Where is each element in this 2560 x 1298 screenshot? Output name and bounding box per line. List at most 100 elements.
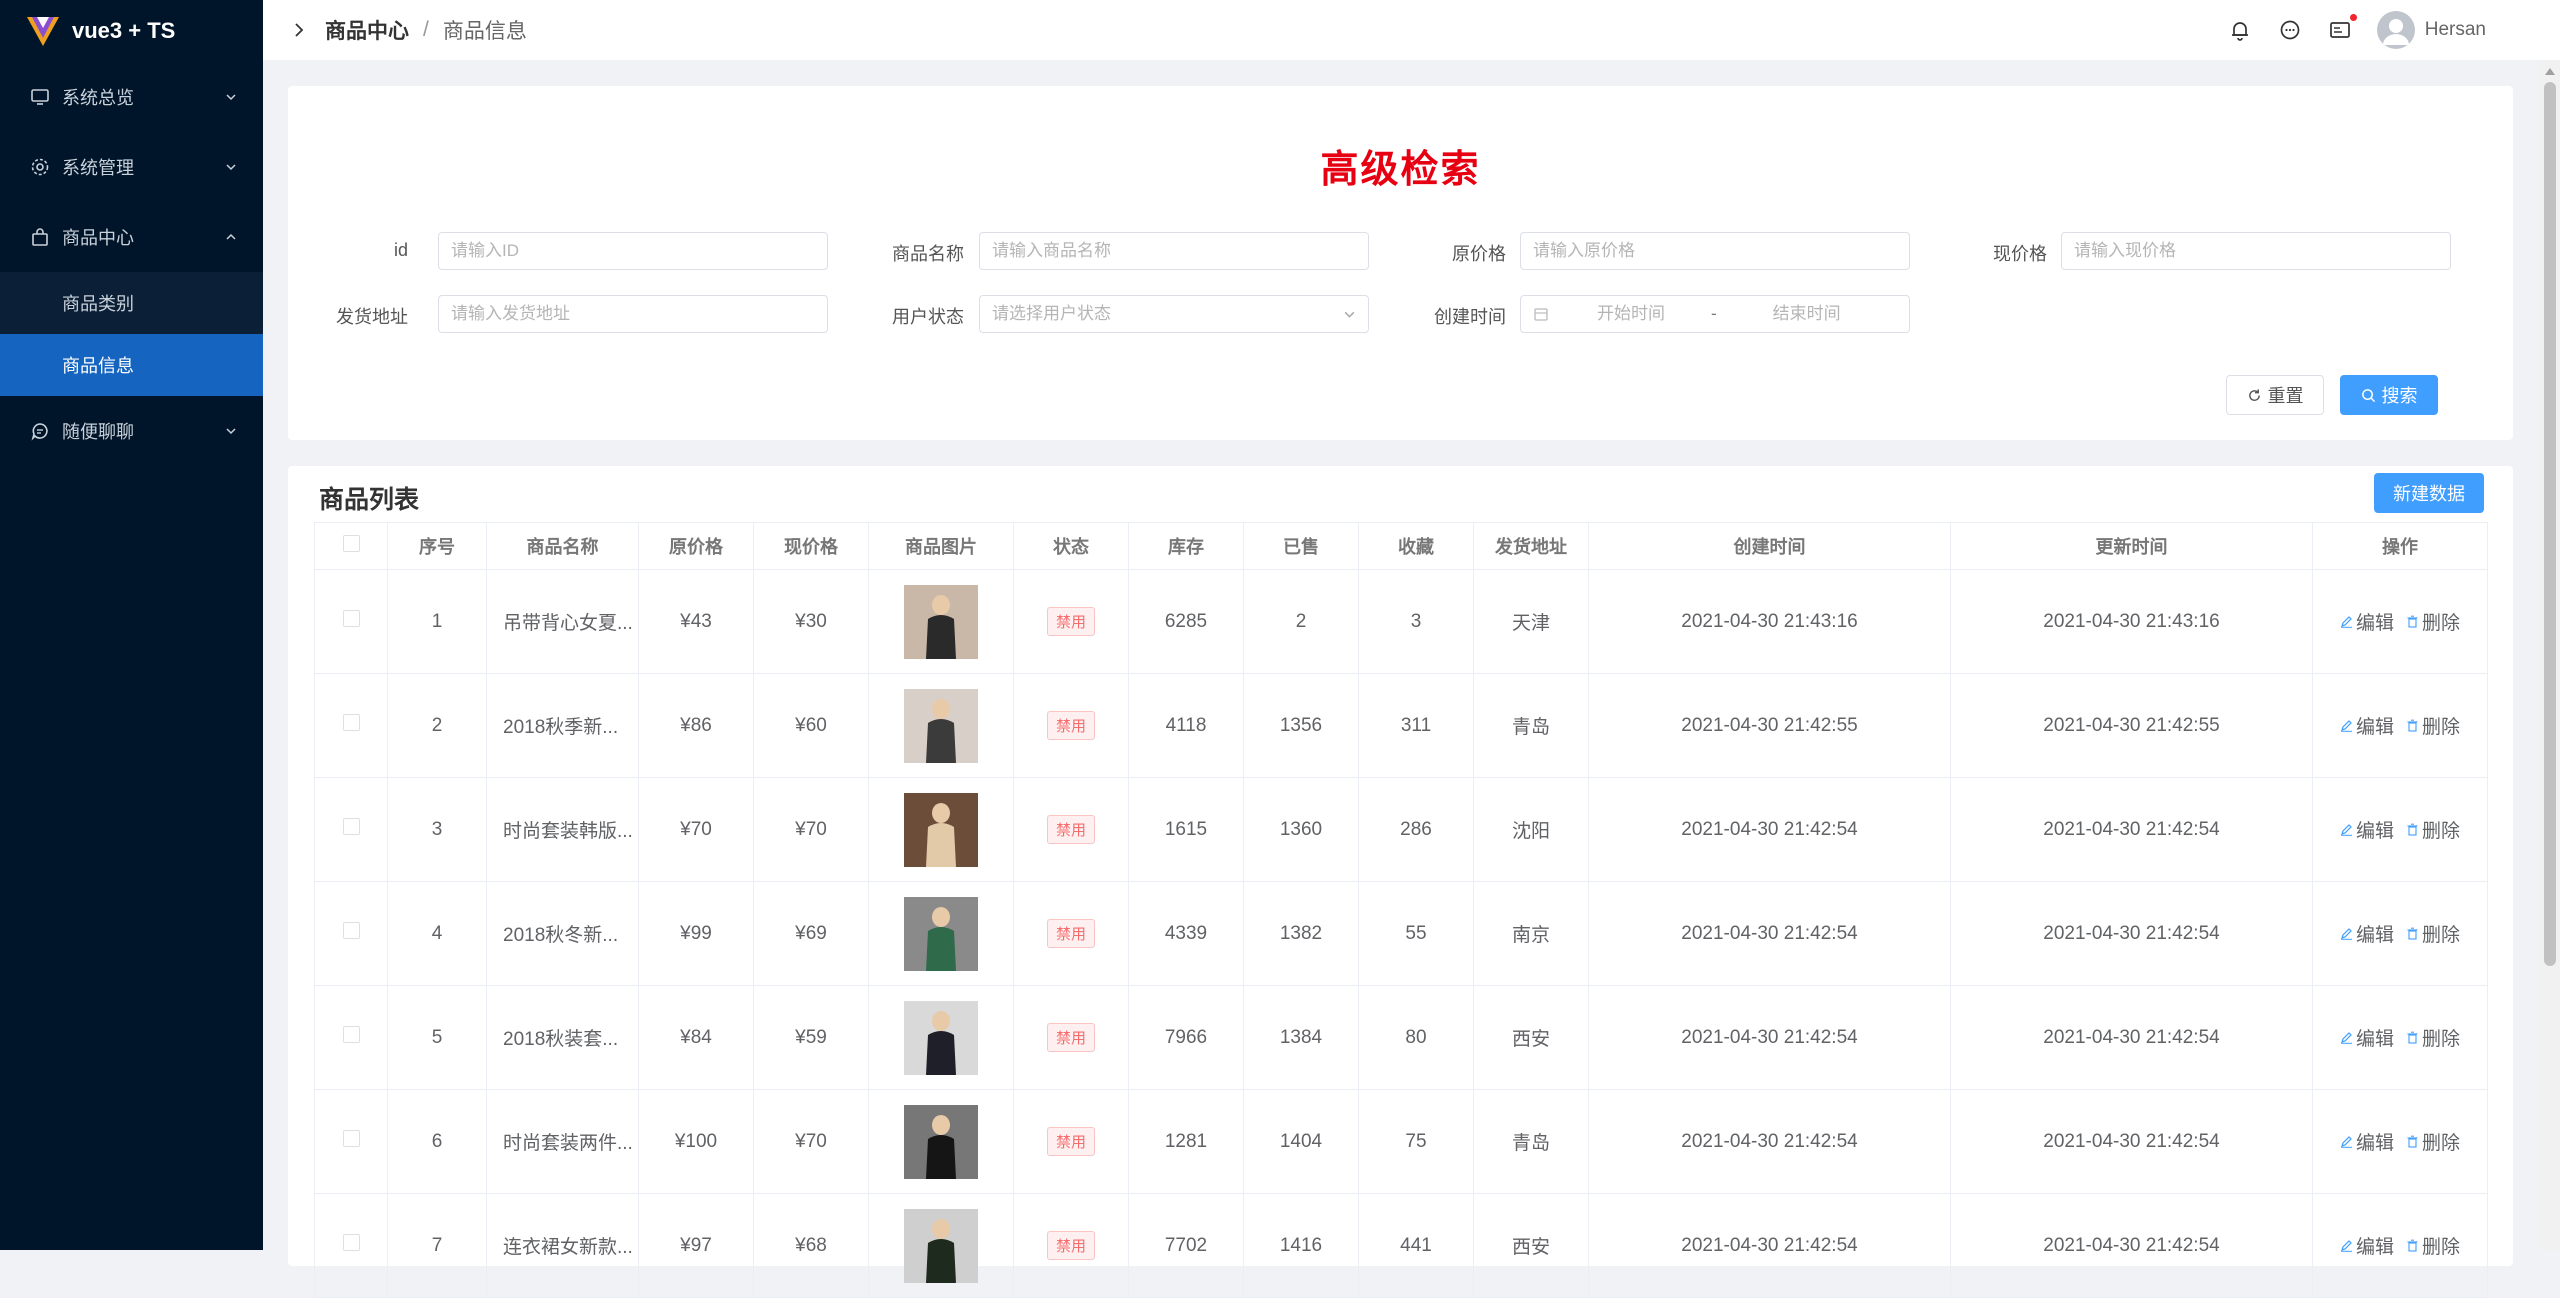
edit-button[interactable]: 编辑 — [2340, 920, 2394, 947]
goods-image[interactable] — [904, 688, 978, 763]
stock-cell: 6285 — [1128, 569, 1244, 674]
table-row[interactable]: 7 连衣裙女新款... ¥97 ¥68 禁用 7702 1416 441 西安 2021-04-3… — [314, 1193, 2488, 1298]
delete-label: 删除 — [2422, 925, 2461, 946]
goods-image[interactable] — [904, 1208, 978, 1283]
end-time-placeholder[interactable]: 结束时间 — [1773, 296, 1841, 332]
sidebar-item-goods-category[interactable]: 商品类别 — [0, 272, 263, 334]
row-checkbox[interactable] — [342, 1026, 360, 1043]
actions-cell: 编辑 删除 — [2312, 1089, 2488, 1194]
goods-image[interactable] — [904, 1000, 978, 1075]
status-cell: 禁用 — [1013, 777, 1129, 882]
status-badge: 禁用 — [1046, 919, 1095, 948]
search-icon — [2361, 388, 2375, 402]
created-time-range[interactable]: 开始时间 - 结束时间 — [1520, 295, 1910, 333]
created-time-cell: 2021-04-30 21:42:55 — [1588, 673, 1951, 778]
row-checkbox[interactable] — [342, 922, 360, 939]
edit-button[interactable]: 编辑 — [2340, 1232, 2394, 1259]
status-cell: 禁用 — [1013, 569, 1129, 674]
status-cell: 禁用 — [1013, 1089, 1129, 1194]
updated-time-cell: 2021-04-30 21:42:55 — [1950, 673, 2313, 778]
old-price-cell: ¥86 — [638, 673, 754, 778]
search-button[interactable]: 搜索 — [2340, 375, 2438, 415]
favorite-cell: 3 — [1358, 569, 1474, 674]
chevron-up-icon — [226, 233, 236, 240]
address-input[interactable] — [438, 295, 828, 333]
table-row[interactable]: 4 2018秋冬新... ¥99 ¥69 禁用 4339 1382 55 南京 2021-04-3… — [314, 881, 2488, 986]
delete-button[interactable]: 删除 — [2406, 608, 2460, 635]
table-row[interactable]: 5 2018秋装套... ¥84 ¥59 禁用 7966 1384 80 西安 2021-04-3… — [314, 985, 2488, 1090]
row-checkbox[interactable] — [342, 610, 360, 627]
avatar[interactable] — [2376, 11, 2415, 49]
goods-image[interactable] — [904, 584, 978, 659]
old-price-input[interactable] — [1520, 232, 1910, 270]
bag-icon — [32, 228, 48, 246]
delete-button[interactable]: 删除 — [2406, 712, 2460, 739]
message-icon[interactable] — [2277, 17, 2303, 43]
delete-button[interactable]: 删除 — [2406, 1128, 2460, 1155]
edit-button[interactable]: 编辑 — [2340, 1128, 2394, 1155]
edit-button[interactable]: 编辑 — [2340, 608, 2394, 635]
stock-cell: 1281 — [1128, 1089, 1244, 1194]
row-checkbox[interactable] — [342, 1234, 360, 1251]
sidebar-item-goods-info[interactable]: 商品信息 — [0, 334, 263, 396]
status-badge: 禁用 — [1046, 1127, 1095, 1156]
sidebar-item-goods-center[interactable]: 商品中心 — [0, 202, 263, 272]
new-data-button[interactable]: 新建数据 — [2374, 473, 2484, 513]
address-cell: 青岛 — [1473, 673, 1589, 778]
delete-button[interactable]: 删除 — [2406, 1024, 2460, 1051]
page-scrollbar[interactable] — [2540, 60, 2560, 1250]
status-badge: 禁用 — [1046, 711, 1095, 740]
edit-icon — [2340, 1240, 2352, 1252]
goods-image[interactable] — [904, 1104, 978, 1179]
delete-button[interactable]: 删除 — [2406, 1232, 2460, 1259]
sold-cell: 2 — [1243, 569, 1359, 674]
table-row[interactable]: 1 吊带背心女夏... ¥43 ¥30 禁用 6285 2 3 天津 2021-04-30 21:… — [314, 569, 2488, 674]
status-cell: 禁用 — [1013, 1193, 1129, 1298]
column-header: 发货地址 — [1473, 522, 1589, 570]
goods-name-input[interactable] — [979, 232, 1369, 270]
search-title: 高级检索 — [1320, 149, 1481, 191]
column-header: 收藏 — [1358, 522, 1474, 570]
row-checkbox[interactable] — [342, 818, 360, 835]
select-all-checkbox[interactable] — [342, 535, 360, 552]
edit-button[interactable]: 编辑 — [2340, 1024, 2394, 1051]
scroll-up-arrow[interactable] — [2545, 68, 2555, 75]
goods-table: 序号 商品名称 原价格 现价格 商品图片 状态 库存 已售 收藏 发货地址 创建… — [314, 522, 2488, 1298]
goods-image[interactable] — [904, 792, 978, 867]
table-row[interactable]: 6 时尚套装两件... ¥100 ¥70 禁用 1281 1404 75 青岛 2021-04-3… — [314, 1089, 2488, 1194]
card-icon[interactable] — [2327, 14, 2357, 43]
sidebar-item-system[interactable]: 系统管理 — [0, 132, 263, 202]
scroll-thumb[interactable] — [2544, 82, 2556, 966]
goods-image[interactable] — [904, 896, 978, 971]
user-status-select[interactable]: 请选择用户状态 — [979, 295, 1369, 333]
status-cell: 禁用 — [1013, 985, 1129, 1090]
row-select-cell — [314, 985, 388, 1090]
id-input[interactable] — [438, 232, 828, 270]
row-select-cell — [314, 777, 388, 882]
start-time-placeholder[interactable]: 开始时间 — [1597, 296, 1665, 332]
username[interactable]: Hersan — [2425, 19, 2486, 41]
edit-button[interactable]: 编辑 — [2340, 816, 2394, 843]
updated-time-cell: 2021-04-30 21:42:54 — [1950, 985, 2313, 1090]
breadcrumb-parent[interactable]: 商品中心 — [325, 15, 409, 45]
logo[interactable]: vue3 + TS — [0, 0, 263, 62]
row-checkbox[interactable] — [342, 714, 360, 731]
sidebar-item-chat[interactable]: 随便聊聊 — [0, 396, 263, 466]
stock-cell: 4339 — [1128, 881, 1244, 986]
sidebar-item-overview[interactable]: 系统总览 — [0, 62, 263, 132]
vue-logo-icon — [27, 17, 59, 46]
table-row[interactable]: 3 时尚套装韩版... ¥70 ¥70 禁用 1615 1360 286 沈阳 2021-04-3… — [314, 777, 2488, 882]
chevron-right-icon[interactable] — [291, 22, 307, 38]
new-price-input[interactable] — [2061, 232, 2451, 270]
table-row[interactable]: 2 2018秋季新... ¥86 ¥60 禁用 4118 1356 311 青岛 2021-04-… — [314, 673, 2488, 778]
id-label: id — [393, 240, 408, 260]
old-price-cell: ¥99 — [638, 881, 754, 986]
bell-icon[interactable] — [2227, 17, 2253, 43]
row-checkbox[interactable] — [342, 1130, 360, 1147]
chevron-down-icon — [226, 428, 236, 435]
reset-button[interactable]: 重置 — [2226, 375, 2324, 415]
edit-button[interactable]: 编辑 — [2340, 712, 2394, 739]
delete-button[interactable]: 删除 — [2406, 920, 2460, 947]
delete-button[interactable]: 删除 — [2406, 816, 2460, 843]
status-badge: 禁用 — [1046, 1231, 1095, 1260]
